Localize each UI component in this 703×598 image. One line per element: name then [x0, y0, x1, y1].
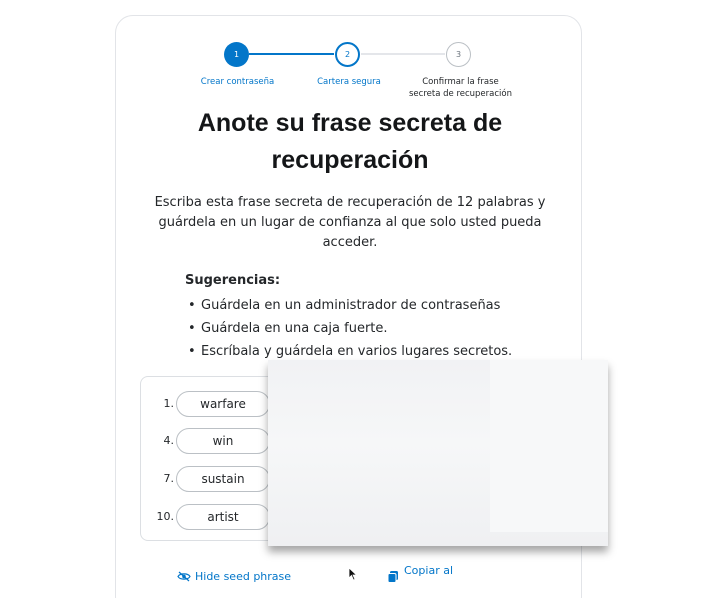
tip-item: Guárdela en una caja fuerte. [185, 317, 545, 340]
step-3-label-line2: secreta de recuperación [409, 89, 512, 99]
page-title: Anote su frase secreta de recuperación [150, 105, 550, 179]
step-2-label: Cartera segura [317, 77, 381, 87]
step-3-label: Confirmar la frase secreta de recuperaci… [398, 76, 523, 100]
step-2-circle: 2 [335, 42, 360, 67]
seed-word-number: 10. [156, 510, 175, 523]
page-title-line1: Anote su frase secreta de [197, 109, 503, 137]
seed-word-chip: win [176, 428, 270, 454]
tips-section: Sugerencias: Guárdela en un administrado… [185, 272, 545, 363]
seed-word-number: 1. [163, 397, 175, 410]
seed-word-chip: artist [176, 504, 270, 530]
copy-icon [387, 571, 398, 583]
instructions-line3: acceder. [322, 235, 378, 250]
step-3-label-line1: Confirmar la frase [422, 77, 499, 87]
step-1-circle: 1 [224, 42, 249, 67]
tips-title: Sugerencias: [185, 273, 281, 288]
tip-item: Guárdela en un administrador de contrase… [185, 294, 545, 317]
hide-seed-phrase-button[interactable]: Hide seed phrase [177, 570, 291, 583]
redaction-overlay [268, 360, 608, 546]
instructions-text: Escriba esta frase secreta de recuperaci… [143, 193, 557, 253]
instructions-line1: Escriba esta frase secreta de recuperaci… [154, 195, 546, 210]
step-1-label: Crear contraseña [200, 77, 275, 87]
page-title-line2: recuperación [271, 146, 429, 174]
eye-slash-icon [177, 571, 191, 582]
tips-list: Guárdela en un administrador de contrase… [185, 294, 545, 363]
seed-word-chip: sustain [176, 466, 270, 492]
mouse-pointer-icon [348, 567, 358, 581]
instructions-line2: guárdela en un lugar de confianza al que… [158, 215, 542, 230]
redaction-block [490, 360, 608, 532]
hide-seed-phrase-label: Hide seed phrase [195, 570, 292, 583]
progress-stepper: 1 2 3 Crear contraseña Cartera segura Co… [0, 0, 703, 110]
seed-word-number: 7. [163, 472, 175, 485]
seed-word-chip: warfare [176, 391, 270, 417]
stepper-connector-completed [249, 53, 334, 55]
stepper-connector-pending [361, 53, 445, 55]
step-3-circle: 3 [446, 42, 471, 67]
copy-to-clipboard-label: Copiar al [404, 564, 454, 577]
seed-word-number: 4. [163, 434, 175, 447]
